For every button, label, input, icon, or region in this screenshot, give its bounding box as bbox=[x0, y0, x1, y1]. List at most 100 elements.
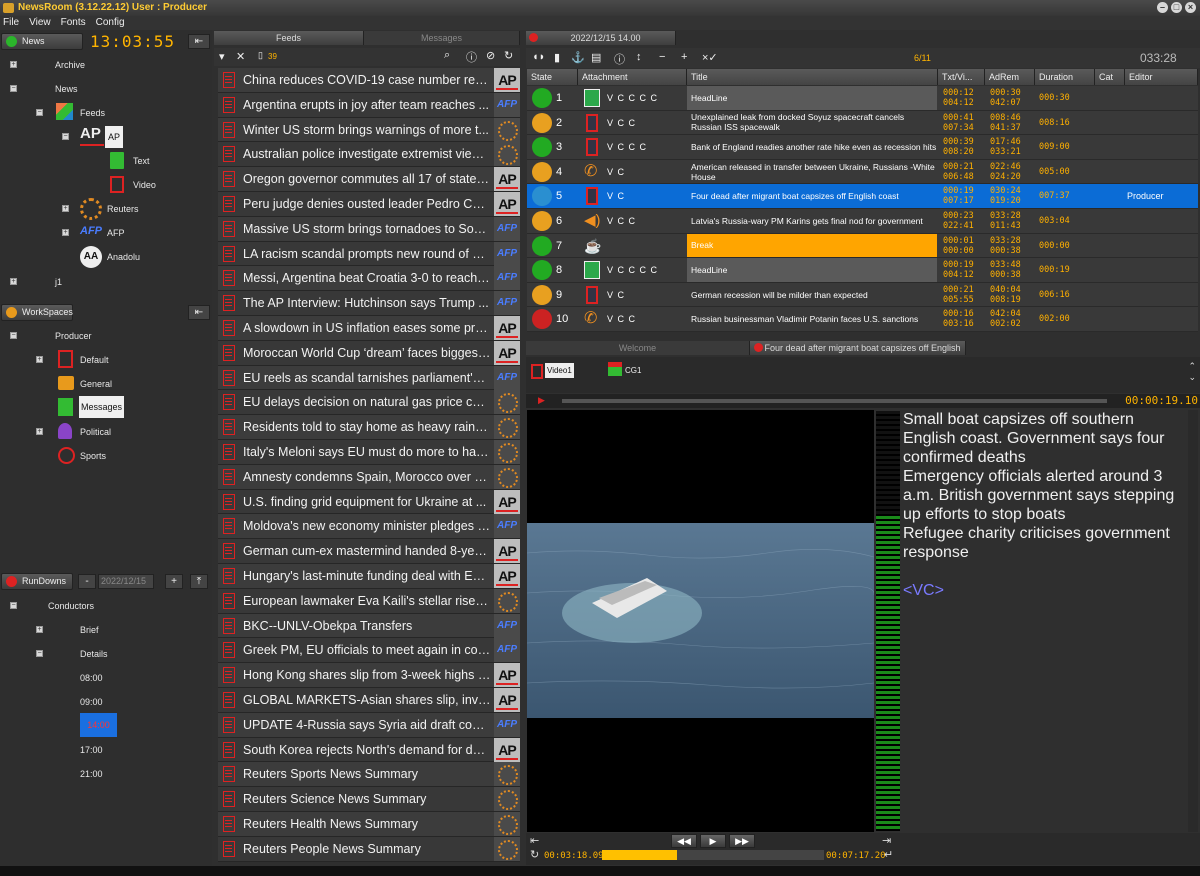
tree-video[interactable]: Video bbox=[133, 178, 156, 192]
state-icon[interactable] bbox=[532, 186, 552, 207]
col-duration[interactable]: Duration bbox=[1035, 69, 1095, 85]
state-icon[interactable] bbox=[532, 235, 552, 256]
play-button[interactable]: ▶ bbox=[700, 834, 726, 848]
tree-0800[interactable]: 08:00 bbox=[80, 671, 103, 685]
tree-producer[interactable]: Producer bbox=[55, 329, 92, 343]
feed-row[interactable]: EU reels as scandal tarnishes parliament… bbox=[218, 365, 520, 391]
rundown-next-button[interactable]: + bbox=[165, 574, 183, 589]
tree-text[interactable]: Text bbox=[133, 154, 150, 168]
feed-row[interactable]: Hungary's last-minute funding deal with … bbox=[218, 564, 520, 589]
tab-welcome[interactable]: Welcome bbox=[526, 341, 750, 355]
tree-feeds[interactable]: Feeds bbox=[80, 106, 105, 120]
feed-row[interactable]: Residents told to stay home as heavy rai… bbox=[218, 415, 520, 440]
check-icon[interactable]: ×✓ bbox=[702, 51, 718, 64]
tree-reuters[interactable]: Reuters bbox=[107, 202, 139, 216]
state-icon[interactable] bbox=[532, 161, 552, 182]
tree-general[interactable]: General bbox=[80, 377, 112, 391]
state-icon[interactable] bbox=[532, 284, 552, 305]
feed-row[interactable]: South Korea rejects North's demand for d… bbox=[218, 737, 520, 763]
cg1-attachment[interactable]: CG1 bbox=[625, 366, 641, 375]
col-txtvi[interactable]: Txt/Vi... bbox=[938, 69, 985, 85]
feed-row[interactable]: China reduces COVID-19 case number repo.… bbox=[218, 68, 520, 93]
col-state[interactable]: State bbox=[527, 69, 578, 85]
collapse-ap-icon[interactable]: − bbox=[62, 133, 69, 140]
feed-row[interactable]: GLOBAL MARKETS-Asian shares slip, invest… bbox=[218, 688, 520, 713]
anchor-icon[interactable]: ⚓ bbox=[571, 51, 585, 64]
expand-j1-icon[interactable]: + bbox=[10, 278, 17, 285]
print-icon[interactable]: ▤ bbox=[591, 51, 601, 64]
state-icon[interactable] bbox=[532, 112, 552, 133]
rundown-row[interactable]: 9 V C German recession will be milder than… bbox=[527, 282, 1198, 308]
video1-attachment[interactable]: Video1 bbox=[545, 363, 574, 378]
remove-row-icon[interactable]: − bbox=[659, 51, 665, 63]
rundown-info-icon[interactable]: ⓘ bbox=[614, 51, 625, 67]
scroll-updown-icon[interactable]: ⌃ ⌄ bbox=[1188, 361, 1196, 383]
clear-filter-icon[interactable]: ✕ bbox=[236, 50, 245, 63]
expand-brief-icon[interactable]: + bbox=[36, 626, 43, 633]
feed-row[interactable]: Massive US storm brings tornadoes to Sou… bbox=[218, 216, 520, 242]
rundowns-button[interactable]: RunDowns bbox=[1, 573, 73, 590]
tree-news[interactable]: News bbox=[55, 82, 78, 96]
expand-default-icon[interactable]: + bbox=[36, 356, 43, 363]
tree-default[interactable]: Default bbox=[80, 353, 109, 367]
tab-feeds[interactable]: Feeds bbox=[214, 31, 364, 45]
feed-row[interactable]: BKC--UNLV-Obekpa Transfers AFP bbox=[218, 613, 520, 639]
feed-row[interactable]: Oregon governor commutes all 17 of state… bbox=[218, 167, 520, 192]
menu-config[interactable]: Config bbox=[96, 16, 125, 30]
feed-row[interactable]: Reuters People News Summary bbox=[218, 836, 520, 862]
tree-2100[interactable]: 21:00 bbox=[80, 767, 103, 781]
col-attachment[interactable]: Attachment bbox=[578, 69, 687, 85]
tab-story[interactable]: Four dead after migrant boat capsizes of… bbox=[750, 341, 966, 355]
pin-workspaces-icon[interactable]: ⇤ bbox=[188, 305, 210, 320]
feed-row[interactable]: Reuters Health News Summary bbox=[218, 812, 520, 837]
tree-0900[interactable]: 09:00 bbox=[80, 695, 103, 709]
workspaces-button[interactable]: WorkSpaces bbox=[1, 304, 73, 321]
tree-political[interactable]: Political bbox=[80, 425, 111, 439]
feed-row[interactable]: Amnesty condemns Spain, Morocco over M..… bbox=[218, 464, 520, 490]
feed-row[interactable]: Messi, Argentina beat Croatia 3-0 to rea… bbox=[218, 266, 520, 292]
feed-row[interactable]: German cum-ex mastermind handed 8-year..… bbox=[218, 539, 520, 564]
move-icon[interactable]: ↕ bbox=[636, 51, 642, 63]
feed-row[interactable]: Argentina erupts in joy after team reach… bbox=[218, 92, 520, 118]
feed-row[interactable]: Hong Kong shares slip from 3-week highs … bbox=[218, 663, 520, 688]
timeline-scrubber[interactable] bbox=[562, 399, 1107, 403]
feed-row[interactable]: Moldova's new economy minister pledges p… bbox=[218, 514, 520, 540]
feed-row[interactable]: Peru judge denies ousted leader Pedro Ca… bbox=[218, 192, 520, 217]
tree-1700[interactable]: 17:00 bbox=[80, 743, 103, 757]
tree-j1[interactable]: j1 bbox=[55, 275, 62, 289]
fast-forward-button[interactable]: ▶▶ bbox=[729, 834, 755, 848]
rundown-top-icon[interactable]: ⤒ bbox=[190, 574, 208, 589]
tree-conductors[interactable]: Conductors bbox=[48, 599, 94, 613]
go-start-icon[interactable]: ⇤ bbox=[530, 834, 539, 847]
search-icon[interactable]: ⌕ bbox=[444, 49, 450, 62]
feed-row[interactable]: UPDATE 4-Russia says Syria aid draft cou… bbox=[218, 712, 520, 738]
rundown-row[interactable]: 2 V C C Unexplained leak from docked Soyuz… bbox=[527, 110, 1198, 136]
collapse-details-icon[interactable]: − bbox=[36, 650, 43, 657]
state-icon[interactable] bbox=[532, 137, 552, 158]
collapse-news-icon[interactable]: − bbox=[10, 85, 17, 92]
col-cat[interactable]: Cat bbox=[1095, 69, 1125, 85]
rundown-row[interactable]: 8V C C C C HeadLine 000:19 004:12 033:48 000:… bbox=[527, 258, 1198, 283]
tree-brief[interactable]: Brief bbox=[80, 623, 99, 637]
expand-afp-icon[interactable]: + bbox=[62, 229, 69, 236]
delete-icon[interactable]: ▮ bbox=[554, 51, 560, 64]
collapse-producer-icon[interactable]: − bbox=[10, 332, 17, 339]
rewind-button[interactable]: ◀◀ bbox=[671, 834, 697, 848]
collapse-feeds-icon[interactable]: − bbox=[36, 109, 43, 116]
rundown-row[interactable]: 3 V C C C Bank of England readies another … bbox=[527, 135, 1198, 160]
col-editor[interactable]: Editor bbox=[1125, 69, 1198, 85]
rundown-row[interactable]: 10 ✆ V C C Russian businessman Vladimir Pot… bbox=[527, 307, 1198, 332]
return-icon[interactable]: ↵ bbox=[884, 848, 893, 861]
rundown-row[interactable]: 1V C C C C HeadLine 000:12 004:12 000:30 042:… bbox=[527, 86, 1198, 111]
info-icon[interactable]: ⓘ bbox=[466, 49, 477, 65]
rundown-prev-button[interactable]: - bbox=[78, 574, 96, 589]
feed-row[interactable]: Winter US storm brings warnings of more … bbox=[218, 117, 520, 143]
feed-row[interactable]: European lawmaker Eva Kaili's stellar ri… bbox=[218, 588, 520, 614]
rundown-row[interactable]: 5 V C Four dead after migrant boat capsize… bbox=[527, 184, 1198, 209]
col-adrem[interactable]: AdRem bbox=[985, 69, 1035, 85]
tree-anadolu[interactable]: Anadolu bbox=[107, 250, 140, 264]
feed-row[interactable]: Moroccan World Cup ‘dream’ faces biggest… bbox=[218, 340, 520, 366]
pin-news-icon[interactable]: ⇤ bbox=[188, 34, 210, 49]
feed-row[interactable]: LA racism scandal prompts new round of c… bbox=[218, 241, 520, 267]
collapse-conductors-icon[interactable]: − bbox=[10, 602, 17, 609]
